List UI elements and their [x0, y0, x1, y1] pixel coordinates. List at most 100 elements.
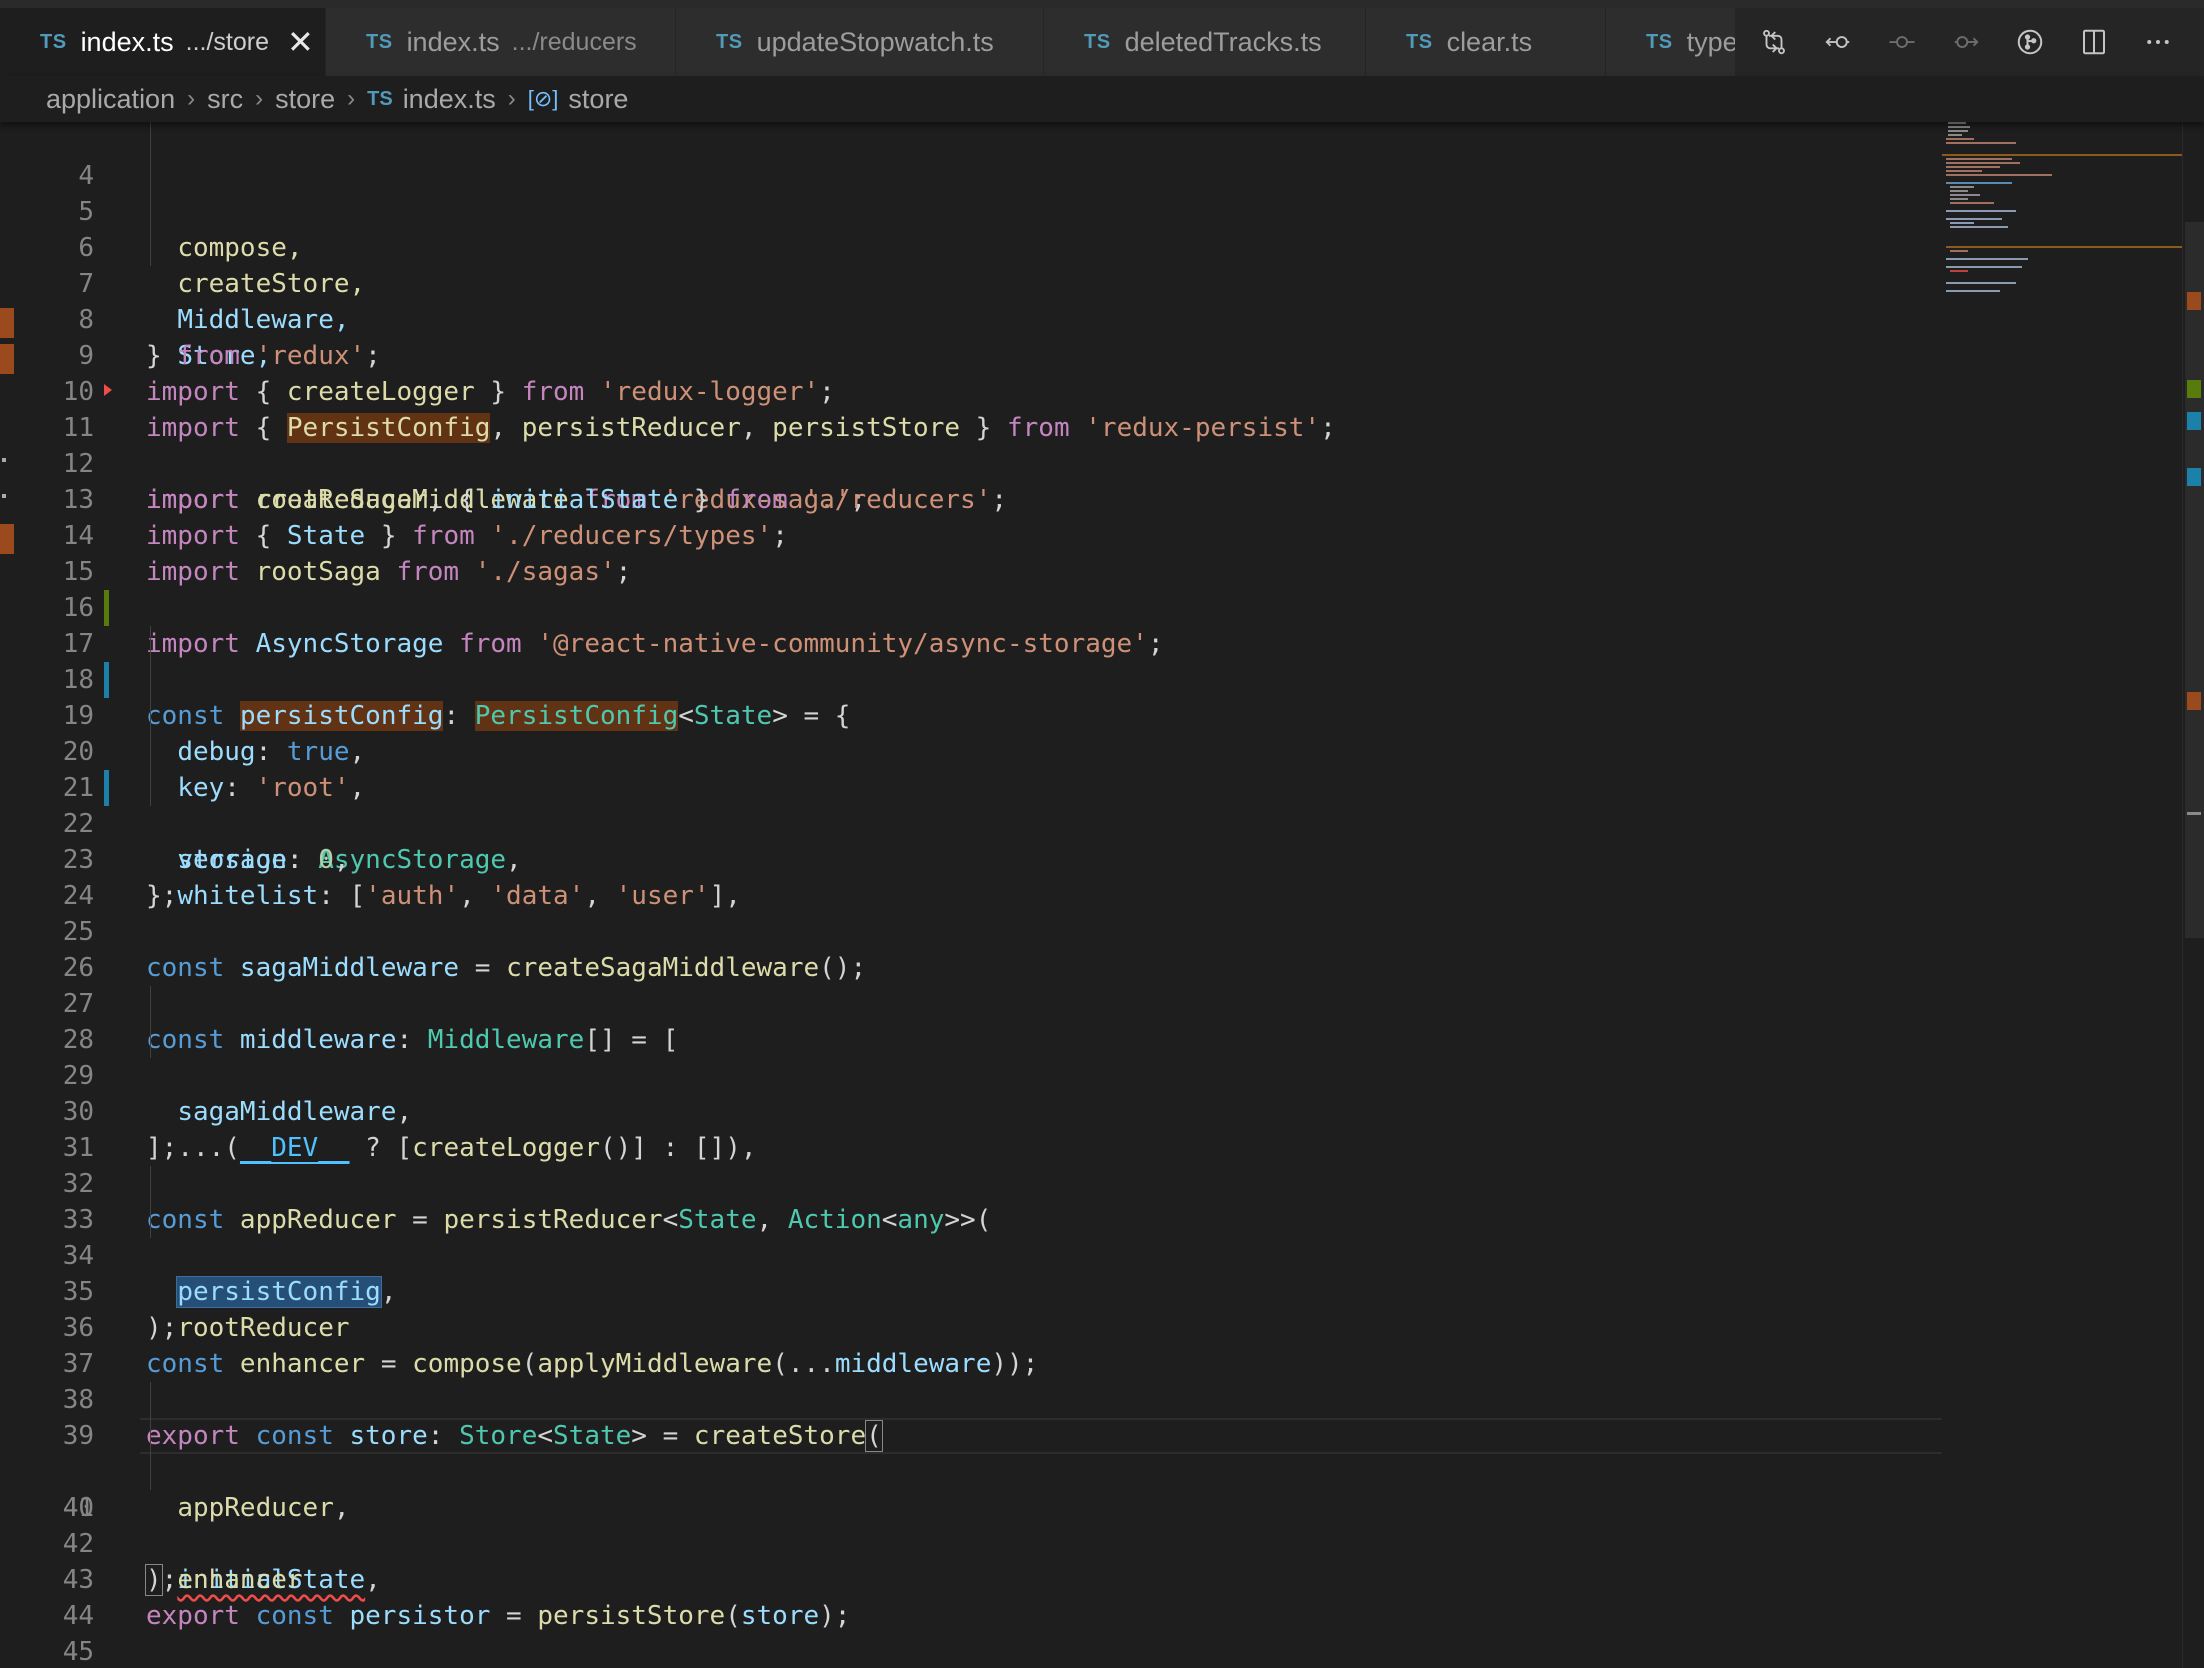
commit-icon[interactable] — [1870, 8, 1934, 76]
minimap-line — [1950, 226, 2008, 228]
code-line: 18 debug: true, — [0, 626, 1942, 767]
typescript-file-icon: TS — [1646, 30, 1673, 53]
code-line: 19 key: 'root', — [0, 662, 1942, 803]
code-line: 9 import { createLogger } from 'redux-lo… — [0, 302, 1942, 407]
indent-guide — [150, 122, 151, 158]
minimap-line — [1950, 198, 1968, 200]
editor-actions — [1742, 8, 2204, 76]
breadcrumb-item-file[interactable]: index.ts — [403, 84, 496, 115]
code-line: 28 sagaMiddleware, — [0, 986, 1942, 1127]
breadcrumb-item-store[interactable]: store — [275, 84, 335, 115]
code-line: 16 — [0, 554, 1942, 623]
chevron-right-icon: › — [187, 85, 196, 112]
code-line: 13 import { State } from './reducers/typ… — [0, 446, 1942, 551]
code-line: 36 const enhancer = compose(applyMiddlew… — [0, 1274, 1942, 1379]
minimap-line — [1946, 142, 2016, 144]
code-line: 24 — [0, 842, 1942, 911]
indent-guide — [150, 698, 151, 734]
indent-guide — [150, 1382, 151, 1418]
code-line: 8 } from 'redux'; — [0, 266, 1942, 371]
code-line: 12 import rootReducer, { initialState } … — [0, 410, 1942, 515]
split-editor-icon[interactable] — [2062, 8, 2126, 76]
minimap-line — [1946, 174, 2052, 176]
vscode-window: TS index.ts .../store ✕ TS index.ts .../… — [0, 0, 2204, 1668]
minimap-line — [1950, 186, 1974, 188]
breadcrumb-item-application[interactable]: application — [46, 84, 175, 115]
minimap-line — [1950, 250, 1968, 252]
breadcrumb: application › src › store › TS index.ts … — [0, 76, 2204, 122]
code-line: 31 — [0, 1094, 1942, 1163]
chevron-right-icon: › — [507, 85, 516, 112]
tab-label: index.ts — [80, 26, 174, 57]
current-line-highlight — [140, 1418, 1942, 1454]
code-line: 34 rootReducer — [0, 1202, 1942, 1343]
code-line: 5 createStore, — [0, 158, 1942, 299]
typescript-file-icon: TS — [1406, 30, 1433, 53]
indent-guide — [150, 626, 151, 662]
typescript-file-icon: TS — [366, 30, 393, 53]
git-lens-icon[interactable] — [1998, 8, 2062, 76]
code-line: 4 compose, — [0, 122, 1942, 263]
minimap-line — [1950, 222, 1974, 224]
tab-label: clear.ts — [1446, 26, 1533, 57]
tab-description: .../store — [185, 27, 269, 56]
tab-types[interactable]: TS types — [1606, 8, 1736, 76]
code-line: 15 import AsyncStorage from '@react-nati… — [0, 518, 1942, 659]
overview-ruler-mark — [2187, 412, 2201, 430]
minimap-line — [1946, 162, 2020, 164]
indent-guide — [150, 770, 151, 806]
typescript-file-icon: TS — [40, 30, 67, 53]
code-line: 41 enhancer — [0, 1454, 1942, 1595]
overview-ruler-mark — [2187, 692, 2201, 710]
code-editor[interactable]: 4 compose, 5 createStore, 6 Middleware, … — [0, 122, 1942, 1668]
tab-label: index.ts — [406, 26, 500, 57]
indent-guide — [150, 1022, 151, 1058]
code-line: 30 ]; — [0, 1058, 1942, 1163]
indent-guide — [150, 158, 151, 194]
minimap[interactable] — [1942, 122, 2186, 1668]
code-line: 14 import rootSaga from './sagas'; — [0, 482, 1942, 587]
tab-index-store[interactable]: TS index.ts .../store ✕ — [0, 8, 326, 76]
code-line: 10 import { PersistConfig, persistReduce… — [0, 338, 1942, 443]
code-line: 33 persistConfig, — [0, 1166, 1942, 1308]
minimap-line — [1946, 258, 2028, 260]
code-line: 26 — [0, 914, 1942, 983]
scrollbar-thumb[interactable] — [2185, 222, 2204, 938]
overview-ruler-mark — [2187, 380, 2201, 398]
breadcrumb-item-symbol[interactable]: store — [568, 84, 628, 115]
indent-guide — [150, 734, 151, 770]
minimap-line — [1946, 170, 1982, 172]
editor-tab-bar: TS index.ts .../store ✕ TS index.ts .../… — [0, 8, 2204, 76]
tab-update-stopwatch[interactable]: TS updateStopwatch.ts — [676, 8, 1044, 76]
typescript-file-icon: TS — [1084, 30, 1111, 53]
tab-deleted-tracks[interactable]: TS deletedTracks.ts — [1044, 8, 1366, 76]
close-icon[interactable]: ✕ — [287, 26, 314, 58]
more-actions-icon[interactable] — [2126, 8, 2190, 76]
code-line: 35 ); — [0, 1238, 1942, 1343]
code-line: 45 sagaMiddleware.run(rootSaga); — [0, 1598, 1942, 1667]
code-line: 11 import createSagaMiddleware from 'red… — [0, 374, 1942, 515]
minimap-line — [1950, 194, 1980, 196]
breadcrumb-item-src[interactable]: src — [207, 84, 243, 115]
vertical-scrollbar[interactable] — [2182, 122, 2204, 1668]
code-line: 17 const persistConfig: PersistConfig<St… — [0, 590, 1942, 731]
overview-ruler-mark — [2187, 468, 2201, 486]
tab-description: .../reducers — [511, 27, 637, 56]
code-line: 37 — [0, 1310, 1942, 1379]
indent-guide — [150, 986, 151, 1022]
deleted-line-marker — [104, 384, 112, 396]
minimap-line — [1946, 138, 1974, 140]
compare-changes-icon[interactable] — [1742, 8, 1806, 76]
tab-clear[interactable]: TS clear.ts — [1366, 8, 1606, 76]
code-line: 20 storage: AsyncStorage, — [0, 698, 1942, 875]
go-forward-icon[interactable] — [1934, 8, 1998, 76]
title-strip — [0, 0, 2204, 8]
minimap-line — [1948, 130, 1968, 132]
minimap-line — [1946, 210, 2016, 212]
code-line: 44 — [0, 1562, 1942, 1631]
tab-index-reducers[interactable]: TS index.ts .../reducers — [326, 8, 676, 76]
minimap-line — [1946, 266, 2022, 268]
code-line: 32 const appReducer = persistReducer<Sta… — [0, 1130, 1942, 1235]
indent-guide — [150, 1454, 151, 1490]
go-back-icon[interactable] — [1806, 8, 1870, 76]
